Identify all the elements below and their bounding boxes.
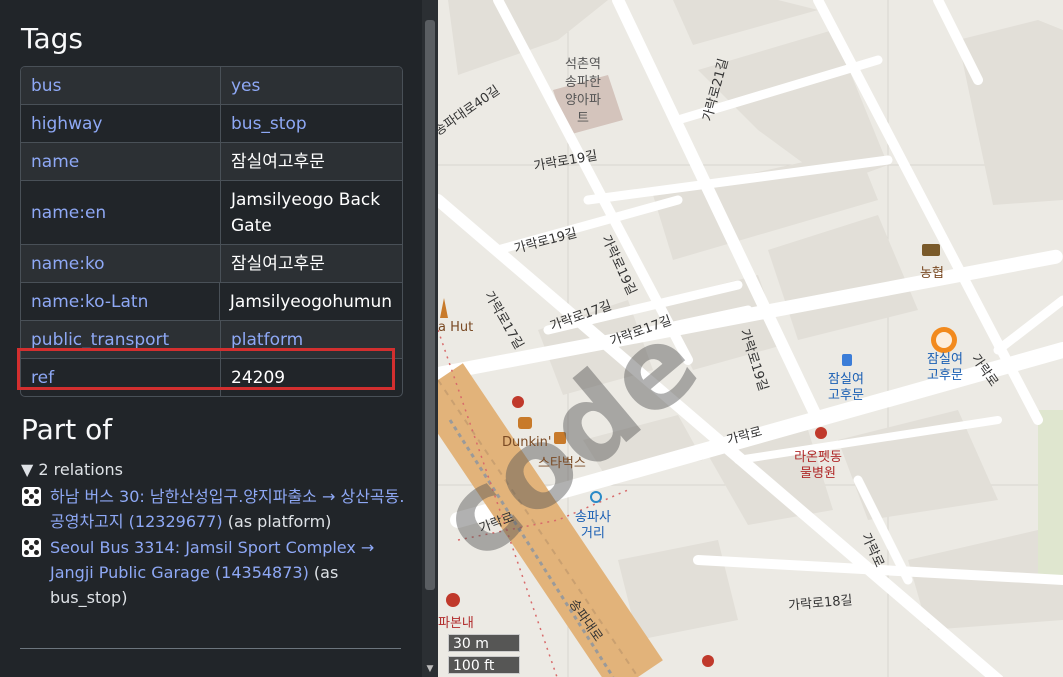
map-label: 스타벅스 xyxy=(538,456,586,471)
scrollbar-thumb[interactable] xyxy=(425,20,435,590)
tag-value: Jamsilyeogohumun xyxy=(229,291,392,312)
tag-key[interactable]: highway xyxy=(21,105,221,142)
relation-item: Seoul Bus 3314: Jamsil Sport Complex → J… xyxy=(22,535,407,610)
tag-row: name:ko-Latn Jamsilyeogohumun xyxy=(21,283,402,321)
map-label: 파본내 xyxy=(438,616,474,631)
map-label: 라온펫동물병원 xyxy=(794,450,842,481)
sidebar-scrollbar[interactable]: ▼ xyxy=(422,0,438,677)
tag-row: bus yes xyxy=(21,67,402,105)
part-of-heading: Part of xyxy=(21,413,113,446)
ref-highlight-box xyxy=(17,348,395,390)
map-label: 잠실여고후문 xyxy=(927,352,963,383)
tag-value: 잠실여고후문 xyxy=(231,151,325,172)
tag-row: name 잠실여고후문 xyxy=(21,143,402,181)
scale-bar-metric: 30 m xyxy=(448,634,520,652)
tag-row: name:ko 잠실여고후문 xyxy=(21,245,402,283)
map-label: a Hut xyxy=(438,320,474,335)
relation-icon xyxy=(22,487,41,506)
map-label: 석촌역 송파한양아파트 xyxy=(565,57,601,126)
tag-value: Jamsilyeogo Back Gate xyxy=(231,189,381,236)
tag-key[interactable]: name xyxy=(21,143,221,180)
tag-key[interactable]: name:en xyxy=(21,181,221,244)
divider xyxy=(20,648,401,649)
tag-key[interactable]: name:ko-Latn xyxy=(21,283,220,320)
map-view[interactable]: code 가락로21길 송파대로40길 석촌역 송파한양아파트 가락로19길 가… xyxy=(438,0,1063,677)
map-label: 송파사거리 xyxy=(575,510,611,541)
map-label: 잠실여고후문 xyxy=(828,372,864,403)
tag-row: highway bus_stop xyxy=(21,105,402,143)
sidebar: Tags bus yes highway bus_stop name 잠실여고후문 name… xyxy=(0,0,422,677)
map-label: Dunkin' xyxy=(502,435,552,450)
tag-value: 잠실여고후문 xyxy=(231,253,325,274)
tag-value[interactable]: bus_stop xyxy=(221,105,402,142)
relation-role: (as platform) xyxy=(222,512,332,531)
relation-icon xyxy=(22,538,41,557)
scale-bar-imperial: 100 ft xyxy=(448,656,520,674)
scroll-down-arrow-icon[interactable]: ▼ xyxy=(425,663,435,675)
tag-row: name:en Jamsilyeogo Back Gate xyxy=(21,181,402,245)
tag-key[interactable]: bus xyxy=(21,67,221,104)
relation-item: 하남 버스 30: 남한산성입구.양지파출소 → 상산곡동.공영차고지 (123… xyxy=(22,484,407,534)
relations-summary-toggle[interactable]: ▼ 2 relations xyxy=(21,460,123,479)
map-label: 농협 xyxy=(920,266,944,281)
tag-key[interactable]: name:ko xyxy=(21,245,221,282)
tag-value[interactable]: yes xyxy=(221,67,402,104)
tags-heading: Tags xyxy=(21,22,83,55)
